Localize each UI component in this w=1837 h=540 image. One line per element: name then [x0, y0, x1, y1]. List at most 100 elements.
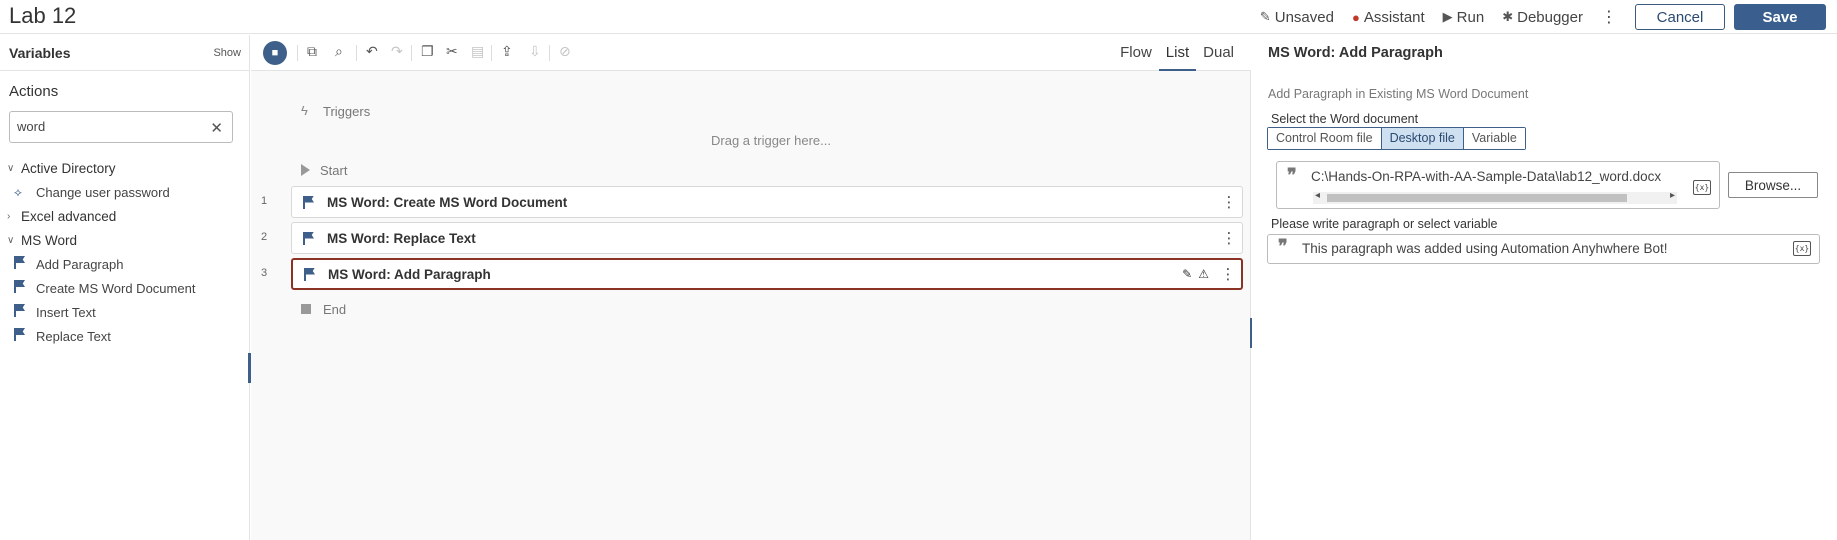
search-icon[interactable]: ⌕: [335, 43, 343, 60]
disable-icon[interactable]: ⊘: [559, 43, 571, 60]
paste-icon[interactable]: ▤: [471, 43, 484, 60]
properties-panel: MS Word: Add Paragraph Add Paragraph in …: [1252, 35, 1837, 540]
unsaved-label: Unsaved: [1274, 8, 1334, 26]
flag-icon: [14, 280, 36, 296]
tree-item-label: Create MS Word Document: [36, 280, 196, 296]
step-replace-text[interactable]: MS Word: Replace Text ⋮: [291, 222, 1243, 254]
bug-icon: ✱: [1502, 9, 1514, 24]
paragraph-label: Please write paragraph or select variabl…: [1271, 217, 1498, 231]
flag-icon: [14, 328, 36, 344]
tab-flow[interactable]: Flow: [1113, 35, 1159, 71]
toolbar-separator: [411, 45, 412, 61]
action-description: Add Paragraph in Existing MS Word Docume…: [1268, 87, 1529, 101]
flag-icon: [14, 256, 36, 272]
edit-icon: ✎: [1259, 9, 1271, 24]
file-path-value[interactable]: C:\Hands-On-RPA-with-AA-Sample-Data\lab1…: [1311, 169, 1671, 184]
tree-group-excel-advanced[interactable]: › Excel advanced: [0, 204, 249, 228]
start-node: Start: [301, 163, 347, 178]
step-label: MS Word: Replace Text: [327, 230, 476, 246]
assistant-label: Assistant: [1363, 8, 1425, 26]
tree-group-active-directory[interactable]: ∨ Active Directory: [0, 156, 249, 180]
tree-item-label: Add Paragraph: [36, 256, 124, 272]
variable-icon[interactable]: {x}: [1793, 241, 1811, 256]
export-icon[interactable]: ⇪: [501, 43, 513, 60]
paragraph-value[interactable]: This paragraph was added using Automatio…: [1302, 241, 1667, 256]
action-title: MS Word: Add Paragraph: [1268, 45, 1443, 61]
tree-item-label: Insert Text: [36, 304, 96, 320]
toolbar-separator: [356, 45, 357, 61]
quote-icon: ❞: [1278, 236, 1288, 257]
step-number: 3: [261, 267, 268, 279]
tree-item-label: Change user password: [36, 184, 170, 200]
directory-icon: ⟡: [14, 184, 22, 199]
copy-icon[interactable]: ❐: [421, 43, 434, 60]
lightning-icon: ϟ: [301, 103, 308, 118]
import-icon[interactable]: ⇩: [529, 43, 541, 60]
step-number: 1: [261, 195, 268, 207]
step-more-icon[interactable]: ⋮: [1215, 265, 1241, 283]
tab-list[interactable]: List: [1158, 35, 1197, 71]
tree-group-ms-word[interactable]: ∨ MS Word: [0, 228, 249, 252]
tree-item-insert-text[interactable]: Insert Text: [0, 300, 249, 324]
step-add-paragraph[interactable]: MS Word: Add Paragraph ✎ ⚠ ⋮: [291, 258, 1243, 290]
tree-item-create-ms-word-document[interactable]: Create MS Word Document: [0, 276, 249, 300]
option-variable[interactable]: Variable: [1463, 128, 1525, 149]
step-number: 2: [261, 231, 268, 243]
file-path-field[interactable]: ❞ C:\Hands-On-RPA-with-AA-Sample-Data\la…: [1276, 161, 1720, 209]
browse-button[interactable]: Browse...: [1728, 172, 1818, 198]
step-create-word-document[interactable]: MS Word: Create MS Word Document ⋮: [291, 186, 1243, 218]
more-options-icon[interactable]: ⋮: [1601, 7, 1617, 27]
play-icon: ▶: [1442, 9, 1453, 24]
variable-icon[interactable]: {x}: [1693, 180, 1711, 195]
start-label: Start: [320, 163, 348, 178]
top-bar: Lab 12 ✎ Unsaved ● Assistant ▶ Run ✱ Deb…: [0, 0, 1837, 34]
undo-icon[interactable]: ↶: [366, 43, 378, 60]
scroll-left-icon[interactable]: ◂: [1315, 190, 1320, 201]
triggers-label: Triggers: [323, 104, 371, 119]
step-label: MS Word: Add Paragraph: [328, 266, 491, 282]
horizontal-scrollbar[interactable]: ◂ ▸: [1313, 190, 1677, 204]
find-in-recorder-icon[interactable]: ⧉: [307, 43, 317, 60]
cancel-button[interactable]: Cancel: [1635, 4, 1725, 30]
step-more-icon[interactable]: ⋮: [1216, 229, 1242, 247]
bot-title: Lab 12: [9, 3, 77, 28]
option-control-room-file[interactable]: Control Room file: [1268, 128, 1382, 149]
actions-search: ✕: [9, 111, 233, 143]
flag-icon: [303, 195, 314, 209]
end-label: End: [323, 302, 347, 317]
pencil-icon[interactable]: ✎: [1182, 267, 1192, 281]
canvas-toolbar: ■ ⧉ ⌕ ↶ ↷ ❐ ✂ ▤ ⇪ ⇩ ⊘ Flow List Dual: [251, 35, 1251, 71]
run-button[interactable]: ▶ Run: [1443, 9, 1485, 26]
quote-icon: ❞: [1287, 165, 1297, 186]
trigger-drop-zone[interactable]: Drag a trigger here...: [251, 133, 1251, 148]
actions-tree: ∨ Active Directory ⟡ Change user passwor…: [0, 156, 249, 348]
canvas-area: ■ ⧉ ⌕ ↶ ↷ ❐ ✂ ▤ ⇪ ⇩ ⊘ Flow List Dual ϟ T…: [251, 35, 1253, 540]
tab-dual[interactable]: Dual: [1196, 35, 1241, 71]
assistant-button[interactable]: ● Assistant: [1352, 9, 1425, 26]
tree-group-label: Excel advanced: [21, 208, 117, 224]
tree-item-label: Replace Text: [36, 328, 111, 344]
scroll-right-icon[interactable]: ▸: [1670, 190, 1675, 201]
step-label: MS Word: Create MS Word Document: [327, 194, 568, 210]
tree-item-replace-text[interactable]: Replace Text: [0, 324, 249, 348]
toolbar-separator: [549, 45, 550, 61]
paragraph-field[interactable]: ❞ This paragraph was added using Automat…: [1267, 234, 1820, 264]
save-button[interactable]: Save: [1734, 4, 1826, 30]
step-more-icon[interactable]: ⋮: [1216, 193, 1242, 211]
cut-icon[interactable]: ✂: [446, 43, 458, 60]
chevron-down-icon: ∨: [7, 234, 15, 246]
actions-search-input[interactable]: [17, 119, 197, 134]
actions-title: Actions: [9, 83, 59, 100]
chevron-down-icon: ∨: [7, 162, 15, 174]
debugger-button[interactable]: ✱ Debugger: [1502, 9, 1583, 26]
tree-item-add-paragraph[interactable]: Add Paragraph: [0, 252, 249, 276]
clear-icon[interactable]: ✕: [210, 119, 223, 137]
variables-show-link[interactable]: Show: [213, 47, 241, 59]
scrollbar-thumb[interactable]: [1327, 194, 1627, 202]
redo-icon[interactable]: ↷: [391, 43, 403, 60]
top-actions: ✎ Unsaved ● Assistant ▶ Run ✱ Debugger ⋮…: [1260, 0, 1837, 34]
option-desktop-file[interactable]: Desktop file: [1381, 128, 1464, 149]
toolbar-separator: [297, 45, 298, 61]
video-camera-icon[interactable]: ■: [263, 41, 287, 65]
tree-item-change-user-password[interactable]: ⟡ Change user password: [0, 180, 249, 204]
